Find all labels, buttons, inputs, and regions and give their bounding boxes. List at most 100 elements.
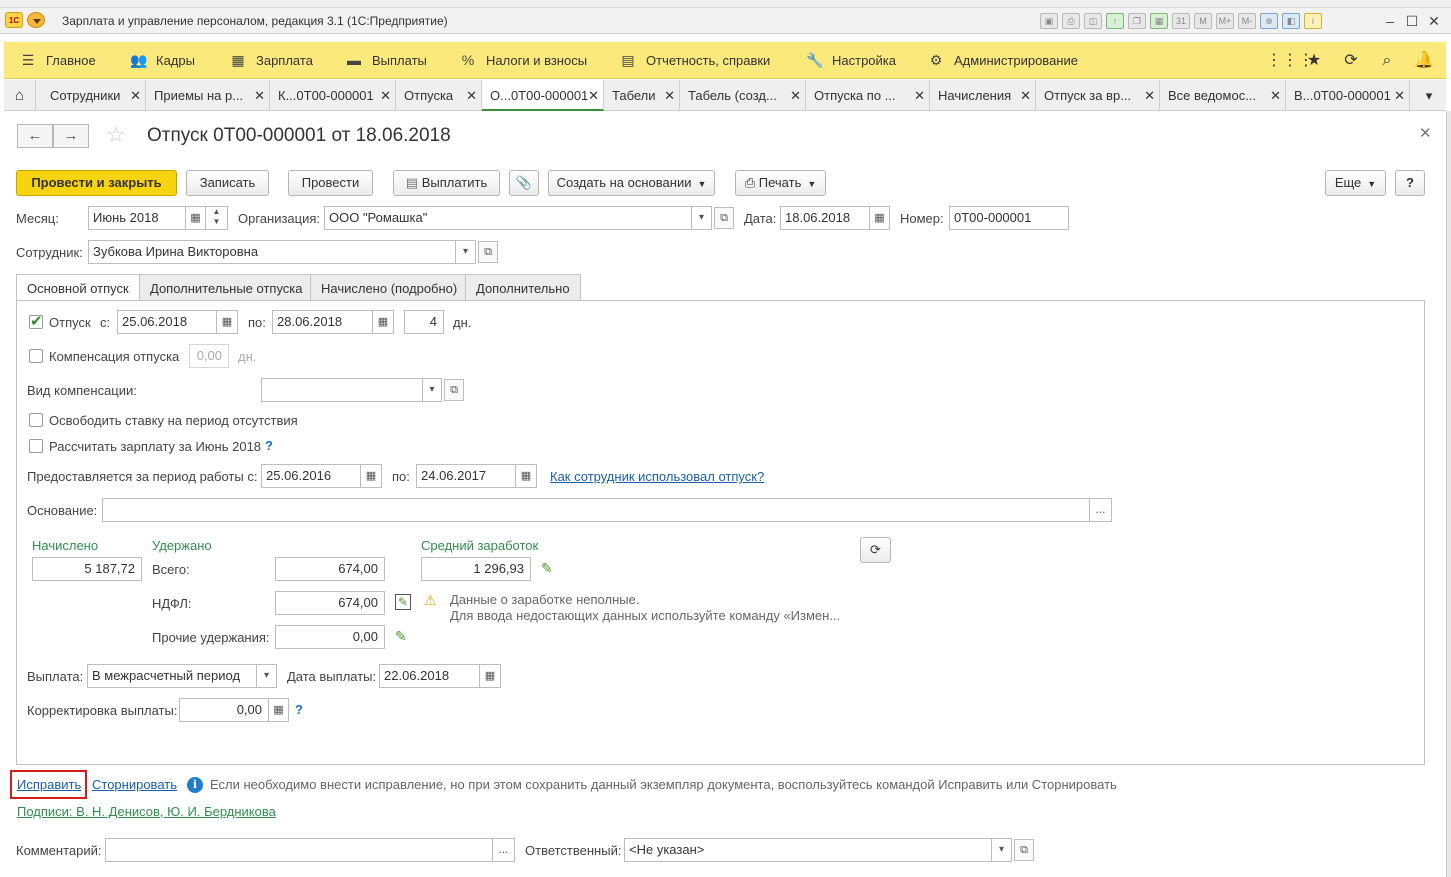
preview-icon[interactable]: ◫ [1084,13,1102,29]
app-menu-button[interactable] [27,12,45,28]
tab-accruals[interactable]: Начисления ✕ [930,80,1036,111]
date-field[interactable]: 18.06.2018 [780,206,870,230]
vacation-to-field[interactable]: 28.06.2018 [272,310,373,334]
menu-payments[interactable]: ▬ Выплаты [346,42,427,79]
edit-pencil-icon[interactable]: ✎ [395,628,407,645]
save-button[interactable]: Записать [186,170,269,196]
chevron-down-icon[interactable]: ▾ [257,664,277,688]
close-icon[interactable]: ✕ [664,80,675,111]
comment-field[interactable] [105,838,493,862]
post-button[interactable]: Провести [288,170,373,196]
memory-minus-icon[interactable]: M- [1238,13,1256,29]
tab-timesheets[interactable]: Табели ✕ [604,80,680,111]
close-icon[interactable]: ✕ [1020,80,1031,111]
open-link-icon[interactable]: ⧉ [444,379,464,401]
open-link-icon[interactable]: ⧉ [714,207,734,229]
print-icon[interactable]: ⎙ [1062,13,1080,29]
tab-additional-vacations[interactable]: Дополнительные отпуска [139,274,314,301]
close-icon[interactable]: ✕ [790,80,801,111]
close-icon[interactable]: ✕ [914,80,925,111]
favorites-star-icon[interactable]: ★ [1303,50,1325,72]
attach-button[interactable]: 📎 [509,170,539,196]
tab-vacations[interactable]: Отпуска ✕ [396,80,482,111]
maximize-icon[interactable]: ☐ [1402,11,1422,31]
menu-reports[interactable]: ▤ Отчетность, справки [620,42,770,79]
chevron-down-icon[interactable]: ▾ [992,838,1012,862]
work-period-from-field[interactable]: 25.06.2016 [261,464,361,488]
employee-field[interactable]: Зубкова Ирина Викторовна [88,240,456,264]
menu-settings[interactable]: 🔧 Настройка [806,42,896,79]
chevron-down-icon[interactable]: ▾ [692,206,712,230]
help-question-icon[interactable]: ? [295,702,303,717]
calendar-icon[interactable]: 31 [1172,13,1190,29]
vacation-checkbox[interactable] [29,312,43,330]
calc-icon[interactable]: ▦ [1150,13,1168,29]
memory-plus-icon[interactable]: M+ [1216,13,1234,29]
organization-field[interactable]: ООО "Ромашка" [324,206,692,230]
calendar-icon[interactable]: ▦ [516,464,537,488]
tab-vacations-by[interactable]: Отпуска по ... ✕ [806,80,930,111]
tab-main-vacation[interactable]: Основной отпуск [16,274,140,302]
basis-field[interactable] [102,498,1090,522]
favorite-star-icon[interactable]: ☆ [106,122,126,148]
memory-m-icon[interactable]: M [1194,13,1212,29]
info-icon[interactable]: i [1304,13,1322,29]
refresh-button[interactable]: ⟳ [860,537,891,563]
tab-v-doc[interactable]: В...0Т00-000001 ✕ [1286,80,1410,111]
menu-admin[interactable]: ⚙ Администрирование [928,42,1078,79]
correction-field[interactable]: 0,00 [179,698,269,722]
close-icon[interactable]: ✕ [1394,80,1405,111]
calendar-icon[interactable]: ▦ [373,310,394,334]
bell-icon[interactable]: 🔔 [1413,50,1435,72]
zoom-icon[interactable]: ⊕ [1260,13,1278,29]
help-button[interactable]: ? [1395,170,1425,196]
panel-icon[interactable]: ◧ [1282,13,1300,29]
calendar-icon[interactable]: ▦ [361,464,382,488]
back-arrow-icon[interactable]: ← [17,124,53,148]
close-window-icon[interactable]: ✕ [1424,11,1444,31]
close-icon[interactable]: ✕ [466,80,477,111]
tab-k-doc[interactable]: К...0Т00-000001 ✕ [270,80,396,111]
payment-field[interactable]: В межрасчетный период [87,664,257,688]
close-icon[interactable]: ✕ [130,80,141,111]
tab-all-statements[interactable]: Все ведомос... ✕ [1160,80,1286,111]
pay-button[interactable]: ▤ Выплатить [393,170,500,196]
tab-hirings[interactable]: Приемы на р... ✕ [146,80,270,111]
tab-additional[interactable]: Дополнительно [465,274,581,301]
vacation-from-field[interactable]: 25.06.2018 [117,310,217,334]
close-icon[interactable]: ✕ [380,80,391,111]
chevron-down-icon[interactable]: ▾ [423,378,442,402]
menu-main[interactable]: ☰ Главное [20,42,96,79]
tabs-more-icon[interactable]: ▾ [1412,80,1446,111]
edit-pencil-icon[interactable]: ✎ [541,560,553,577]
calendar-icon[interactable]: ▦ [480,664,501,688]
compensation-checkbox[interactable] [29,349,43,363]
close-icon[interactable]: ✕ [1270,80,1281,111]
month-field[interactable]: Июнь 2018 [88,206,186,230]
edit-pencil-icon[interactable]: ✎ [395,594,411,610]
work-period-to-field[interactable]: 24.06.2017 [416,464,516,488]
tab-accrued-detail[interactable]: Начислено (подробно) [310,274,469,301]
number-field[interactable]: 0Т00-000001 [949,206,1069,230]
apps-grid-icon[interactable]: ⋮⋮⋮ [1266,50,1314,72]
forward-arrow-icon[interactable]: → [53,124,89,148]
signatures-link[interactable]: Подписи: В. Н. Денисов, Ю. И. Бердникова [17,804,276,819]
ellipsis-icon[interactable]: ... [1090,498,1112,522]
fix-link[interactable]: Исправить [17,777,81,792]
menu-salary[interactable]: ▦ Зарплата [230,42,313,79]
home-icon[interactable]: ⌂ [4,80,36,111]
calendar-icon[interactable]: ▦ [217,310,238,334]
compensation-type-field[interactable] [261,378,423,402]
spin-icon[interactable]: ▲ ▼ [206,206,228,230]
calculator-icon[interactable]: ▦ [269,698,289,722]
open-link-icon[interactable]: ⧉ [1014,839,1034,861]
reverse-link[interactable]: Сторнировать [92,777,177,792]
tab-timesheet-create[interactable]: Табель (созд... ✕ [680,80,806,111]
minimize-icon[interactable]: – [1380,11,1400,31]
search-icon[interactable]: ⌕ [1376,50,1398,72]
print-button[interactable]: ⎙ Печать ▼ [735,170,826,196]
chevron-down-icon[interactable]: ▾ [456,240,476,264]
help-question-icon[interactable]: ? [265,438,273,453]
save-icon[interactable]: ▣ [1040,13,1058,29]
upload-icon[interactable]: ↑ [1106,13,1124,29]
